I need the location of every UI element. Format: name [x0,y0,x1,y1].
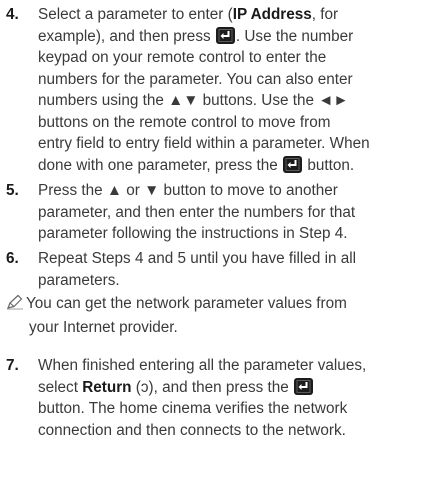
text-line: numbers for the parameter. You can also … [38,70,353,88]
text-fragment: example), and then press [38,27,211,45]
text-line: example), and then press . Use the numbe… [38,26,444,48]
step-text: Press the ▲ or ▼ button to move to anoth… [38,180,444,245]
step-text: When finished entering all the parameter… [38,355,444,441]
text-fragment: Select a parameter to enter ( [38,6,233,23]
text-line: button. The home cinema verifies the net… [38,400,348,417]
text-fragment: You can get the network parameter values… [26,295,347,312]
text-line: parameters. [38,271,120,289]
text-line: parameter following the instructions in … [38,225,348,242]
text-line: You can get the network parameter values… [6,293,444,317]
text-line: parameter, and then enter the numbers fo… [38,203,356,221]
pencil-note-icon [6,294,26,317]
step-number: 6. [6,250,19,267]
text-fragment: button. [307,156,355,174]
text-line: select Return (ↄ), and then press the [38,377,444,399]
step-number: 5. [6,182,19,199]
text-line: your Internet provider. [29,318,178,336]
text-line: done with one parameter, press the butto… [38,155,444,177]
text-fragment: . Use the number [235,27,354,45]
enter-button-icon [283,155,303,173]
text-line: Select a parameter to enter (IP Address,… [38,4,444,26]
bold-term: IP Address [232,6,312,23]
text-fragment: , for [311,6,339,23]
bold-term: Return [82,378,132,396]
enter-button-icon [294,377,314,395]
text-line: keypad on your remote control to enter t… [38,49,327,66]
step-text: Repeat Steps 4 and 5 until you have fill… [38,248,444,291]
text-line: Repeat Steps 4 and 5 until you have fill… [38,250,357,267]
step-number: 4. [6,6,19,23]
text-line: entry field to entry field within a para… [38,135,370,152]
note: You can get the network parameter values… [6,293,444,338]
text-line: connection and then connects to the netw… [38,421,346,439]
step-number: 7. [6,357,19,374]
step-text: Select a parameter to enter (IP Address,… [38,4,444,176]
enter-button-icon [215,26,235,44]
text-fragment: done with one parameter, press the [38,156,278,174]
text-fragment: select [38,378,78,396]
text-line: Press the ▲ or ▼ button to move to anoth… [38,182,338,199]
text-line: When finished entering all the parameter… [38,357,367,374]
text-line: numbers using the ▲▼ buttons. Use the ◄► [38,92,349,109]
text-line: buttons on the remote control to move fr… [38,113,331,131]
manual-page: 4. Select a parameter to enter (IP Addre… [0,0,448,496]
text-fragment: (ↄ), and then press the [135,378,289,396]
